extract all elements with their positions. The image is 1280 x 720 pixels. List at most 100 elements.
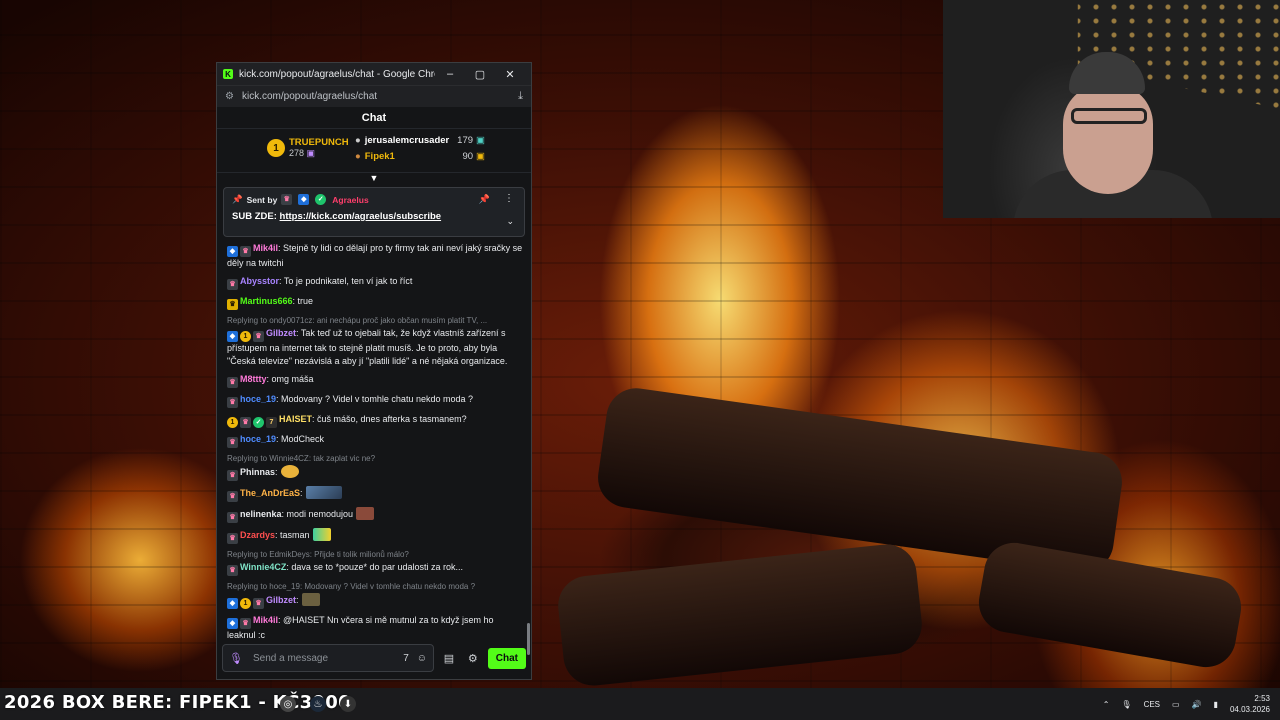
- chat-message: ♛ nelinenka: modi nemodujou: [227, 507, 523, 523]
- user-badge-icon: ♛: [227, 512, 238, 523]
- leaderboard-third[interactable]: ● Fipek1 90 ▣: [355, 151, 485, 162]
- clock[interactable]: 2:53 04.03.2026: [1230, 693, 1270, 715]
- chat-username[interactable]: Mik4il: [253, 243, 278, 253]
- chat-text: : true: [292, 296, 314, 306]
- battery-icon[interactable]: ▮: [1214, 700, 1218, 709]
- chat-username[interactable]: Abysstor: [240, 276, 279, 286]
- chat-username[interactable]: Mik4il: [253, 615, 278, 625]
- microphone-icon[interactable]: 🎙: [229, 652, 243, 665]
- message-placeholder[interactable]: Send a message: [253, 653, 395, 664]
- microphone-icon[interactable]: 🎙: [1121, 700, 1131, 709]
- reply-context[interactable]: Replying to Winnie4CZ: tak zaplat vic ne…: [227, 453, 523, 464]
- message-input[interactable]: 🎙 Send a message 7 ☺: [222, 644, 434, 672]
- chat-text: : dava se to *pouze* do par udalosti za …: [286, 562, 464, 572]
- pin-icon: 📌: [232, 194, 243, 204]
- verified-badge-icon: ✓: [315, 194, 327, 205]
- clock-time: 2:53: [1254, 694, 1270, 703]
- chevron-down-icon[interactable]: ⌄: [506, 216, 514, 227]
- user-badge-icon: ◆: [227, 598, 238, 609]
- app-icon[interactable]: ⬇: [340, 696, 356, 712]
- obs-icon[interactable]: ◎: [280, 696, 296, 712]
- chat-text: : Modovany ? Videl v tomhle chatu nekdo …: [276, 394, 473, 404]
- chat-message: ♛ Phinnas:: [227, 465, 523, 481]
- sent-by-label: Sent by: [246, 194, 278, 205]
- maximize-icon[interactable]: ▢: [465, 68, 495, 81]
- user-badge-icon: ♛: [227, 533, 238, 544]
- send-chat-button[interactable]: Chat: [487, 647, 526, 669]
- chat-username[interactable]: Gilbzet: [266, 328, 296, 338]
- reply-context[interactable]: Replying to EdmikDeys: Přijde ti tolik m…: [227, 549, 523, 560]
- taskbar-apps: ◎ ♨ ⬇: [280, 696, 356, 712]
- chevron-up-icon[interactable]: ⌃: [1103, 700, 1110, 709]
- gift-icon[interactable]: ▤: [440, 652, 458, 665]
- pinned-prefix: SUB ZDE:: [232, 211, 277, 222]
- unpin-icon[interactable]: 📌: [479, 194, 490, 205]
- chat-message: ♛ hoce_19: Modovany ? Videl v tomhle chat…: [227, 393, 523, 408]
- chat-scrollbar[interactable]: [527, 623, 530, 655]
- download-icon[interactable]: ⤓: [518, 90, 523, 103]
- leaderboard-second-value: 179: [457, 135, 474, 146]
- chat-message: ◆ 1 ♛ Gilbzet: Tak teď už to ojebali tak, ž…: [227, 327, 523, 368]
- leaderboard-third-value: 90: [462, 151, 474, 162]
- chat-message: ♛ Dzardys: tasman: [227, 528, 523, 544]
- reply-context[interactable]: Replying to hoce_19: Modovany ? Videl v …: [227, 581, 523, 592]
- leaderboard-third-name: Fipek1: [364, 151, 395, 162]
- chat-username[interactable]: M8ttty: [240, 374, 267, 384]
- emote-image: [280, 465, 299, 478]
- reply-context[interactable]: Replying to ondy0071cz: ani nechápu proč…: [227, 315, 523, 326]
- chat-username[interactable]: Gilbzet: [266, 595, 296, 605]
- chat-username[interactable]: Martinus666: [240, 296, 293, 306]
- minimize-icon[interactable]: –: [435, 68, 465, 80]
- chat-message: ◆ 1 ♛ Gilbzet:: [227, 593, 523, 609]
- user-badge-icon: ♛: [253, 331, 264, 342]
- leaderboard-second[interactable]: ● jerusalemcrusader 179 ▣: [355, 135, 485, 146]
- rank-badge: 1: [267, 139, 285, 157]
- url-text[interactable]: kick.com/popout/agraelus/chat: [242, 91, 518, 102]
- chat-username[interactable]: Dzardys: [240, 530, 275, 540]
- user-badge-icon: 1: [227, 417, 238, 428]
- steam-icon[interactable]: ♨: [310, 696, 326, 712]
- chat-username[interactable]: Phinnas: [240, 467, 275, 477]
- chat-message: ◆ ♛ Mik4il: @HAISET Nn včera si mě mutnul …: [227, 614, 523, 642]
- chat-messages[interactable]: ◆ ♛ Mik4il: Stejně ty lidi co dělají pro t…: [217, 242, 531, 642]
- volume-icon[interactable]: 🔊: [1192, 700, 1202, 709]
- chat-username[interactable]: The_AnDrEaS: [240, 488, 300, 498]
- subscribe-link[interactable]: https://kick.com/agraelus/subscribe: [280, 211, 442, 222]
- chat-message: ♛ Abysstor: To je podnikatel, ten ví jak …: [227, 275, 523, 290]
- user-badge-icon: ♛: [253, 598, 264, 609]
- seven-tv-emote-icon[interactable]: 7: [403, 653, 409, 664]
- chat-message: ◆ ♛ Mik4il: Stejně ty lidi co dělají pro t…: [227, 242, 523, 270]
- chat-username[interactable]: Winnie4CZ: [240, 562, 286, 572]
- address-bar[interactable]: ⚙ kick.com/popout/agraelus/chat ⤓: [217, 85, 531, 107]
- chat-message: ♛ The_AnDrEaS:: [227, 486, 523, 502]
- site-info-icon[interactable]: ⚙: [225, 91, 234, 102]
- emote-image: [312, 528, 331, 541]
- emote-image: [356, 507, 375, 520]
- chat-username[interactable]: hoce_19: [240, 434, 276, 444]
- language-indicator[interactable]: CES: [1144, 700, 1160, 709]
- expand-leaderboard-icon[interactable]: ▼: [217, 173, 531, 183]
- chat-text: :: [275, 467, 278, 477]
- gift-icon: ▣: [306, 148, 316, 158]
- user-badge-icon: 7: [266, 417, 277, 428]
- emoji-icon[interactable]: ☺: [417, 653, 427, 664]
- window-titlebar[interactable]: K kick.com/popout/agraelus/chat - Google…: [217, 63, 531, 85]
- chat-username[interactable]: hoce_19: [240, 394, 276, 404]
- user-badge-icon: ♛: [227, 299, 238, 310]
- pinned-sender[interactable]: Agraelus: [332, 195, 368, 205]
- chat-username[interactable]: HAISET: [279, 414, 312, 424]
- close-icon[interactable]: ✕: [495, 68, 525, 81]
- chrome-popup-window[interactable]: K kick.com/popout/agraelus/chat - Google…: [216, 62, 532, 680]
- settings-gear-icon[interactable]: ⚙: [464, 652, 482, 665]
- display-icon[interactable]: ▭: [1172, 700, 1180, 709]
- user-badge-icon: ◆: [227, 331, 238, 342]
- pinned-message[interactable]: 📌 Sent by ♛ ◆ ✓ Agraelus SUB ZDE: https:…: [223, 187, 525, 237]
- chat-username[interactable]: nelinenka: [240, 509, 282, 519]
- streamer-glasses: [1071, 108, 1147, 124]
- more-options-icon[interactable]: ⋮: [504, 193, 514, 204]
- leaderboard-first-value: 278: [289, 148, 305, 158]
- leaderboard-first[interactable]: 1 TRUEPUNCH 278 ▣: [267, 137, 349, 159]
- user-badge-icon: ✓: [253, 417, 264, 428]
- bronze-medal-icon: ●: [355, 151, 361, 162]
- streamer-face: [1063, 84, 1153, 194]
